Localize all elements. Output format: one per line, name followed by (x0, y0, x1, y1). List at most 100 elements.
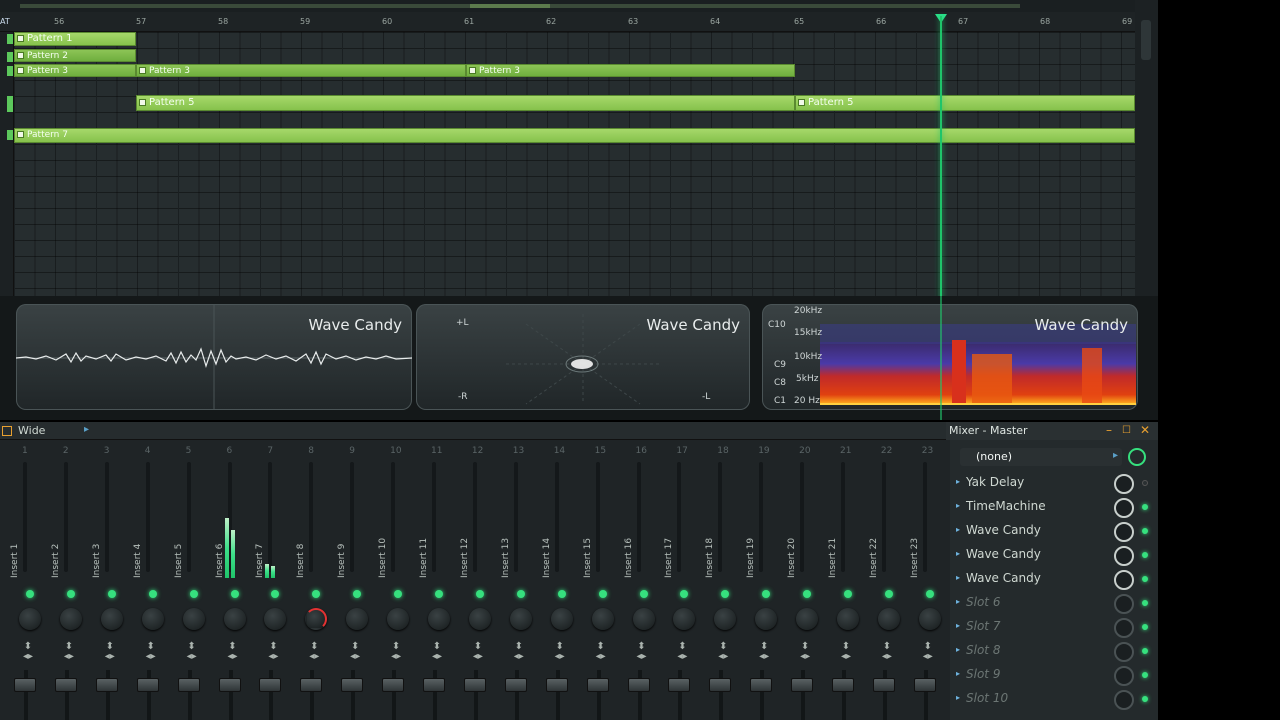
volume-fader[interactable] (750, 678, 773, 692)
mixer-insert-strip[interactable]: Insert 12 ⬍ ◂▸ (456, 458, 494, 720)
pattern-clip[interactable]: Pattern 7 (14, 128, 1135, 143)
pattern-clip[interactable]: Pattern 3 (136, 64, 466, 77)
volume-fader[interactable] (95, 678, 118, 692)
stereo-separation-icon[interactable]: ⬍ ◂▸ (636, 642, 648, 662)
pan-knob[interactable] (346, 608, 369, 630)
insert-enable-led[interactable] (803, 590, 812, 598)
mixer-insert-strip[interactable]: Insert 21 ⬍ ◂▸ (824, 458, 862, 720)
mixer-insert-strip[interactable]: Insert 23 ⬍ ◂▸ (906, 458, 944, 720)
pan-knob[interactable] (755, 608, 778, 630)
mix-level-knob[interactable] (1114, 474, 1134, 494)
insert-enable-led[interactable] (107, 590, 116, 598)
insert-enable-led[interactable] (844, 590, 852, 598)
stereo-separation-icon[interactable]: ⬍ ◂▸ (717, 642, 729, 662)
pan-knob[interactable] (182, 608, 205, 630)
insert-enable-led[interactable] (680, 590, 689, 598)
volume-fader[interactable] (668, 678, 691, 692)
stereo-separation-icon[interactable]: ⬍ ◂▸ (758, 642, 770, 662)
volume-fader[interactable] (627, 678, 650, 692)
pan-knob[interactable] (100, 608, 123, 630)
effect-slot[interactable]: ▸ Slot 8 (954, 640, 1154, 664)
pan-knob[interactable] (632, 608, 655, 630)
stereo-separation-icon[interactable]: ⬍ ◂▸ (922, 642, 934, 662)
pan-knob[interactable] (264, 608, 287, 630)
pan-knob[interactable] (591, 608, 614, 630)
mixer-master-titlebar[interactable]: Mixer - Master – ☐ ✕ (946, 422, 1158, 440)
stereo-separation-icon[interactable]: ⬍ ◂▸ (881, 642, 893, 662)
mix-level-knob[interactable] (1114, 522, 1134, 542)
volume-fader[interactable] (14, 678, 36, 692)
pan-knob[interactable] (918, 608, 941, 630)
mixer-insert-strip[interactable]: Insert 15 ⬍ ◂▸ (579, 458, 617, 720)
pattern-clip[interactable]: Pattern 1 (14, 32, 136, 46)
mix-level-knob[interactable] (1114, 642, 1134, 662)
pan-knob[interactable] (19, 608, 41, 630)
insert-enable-led[interactable] (475, 590, 484, 598)
stereo-separation-icon[interactable]: ⬍ ◂▸ (472, 642, 484, 662)
insert-enable-led[interactable] (271, 590, 280, 598)
pan-knob[interactable] (59, 608, 82, 630)
pattern-clip[interactable]: Pattern 2 (14, 49, 136, 62)
mixer-insert-strip[interactable]: Insert 2 ⬍ ◂▸ (47, 458, 85, 720)
stereo-separation-icon[interactable]: ⬍ ◂▸ (554, 642, 566, 662)
stereo-separation-icon[interactable]: ⬍ ◂▸ (227, 642, 239, 662)
mixer-insert-strip[interactable]: Insert 4 ⬍ ◂▸ (129, 458, 167, 720)
stereo-separation-icon[interactable]: ⬍ ◂▸ (267, 642, 279, 662)
mix-level-knob[interactable] (1114, 666, 1134, 686)
mixer-insert-strip[interactable]: Insert 9 ⬍ ◂▸ (333, 458, 371, 720)
volume-fader[interactable] (872, 678, 895, 692)
minimize-icon[interactable]: – (1106, 423, 1112, 437)
mixer-insert-strip[interactable]: Insert 3 ⬍ ◂▸ (88, 458, 126, 720)
effect-slot[interactable]: ▸ Slot 9 (954, 664, 1154, 688)
insert-enable-led[interactable] (762, 590, 771, 598)
scrollbar-thumb[interactable] (1141, 20, 1151, 60)
slot-expand-icon[interactable]: ▸ (956, 621, 960, 630)
mixer-insert-strip[interactable]: Insert 11 ⬍ ◂▸ (415, 458, 453, 720)
stereo-separation-icon[interactable]: ⬍ ◂▸ (145, 642, 157, 662)
mixer-insert-strip[interactable]: Insert 6 ⬍ ◂▸ (211, 458, 249, 720)
overview-viewport[interactable] (470, 4, 550, 8)
pan-knob[interactable] (305, 608, 328, 630)
effect-slot[interactable]: ▸ Yak Delay (954, 472, 1154, 496)
mixer-insert-strip[interactable]: Insert 10 ⬍ ◂▸ (374, 458, 412, 720)
playlist-scrollbar[interactable] (1135, 0, 1158, 300)
insert-enable-led[interactable] (148, 590, 157, 598)
volume-fader[interactable] (259, 678, 282, 692)
insert-enable-led[interactable] (26, 590, 34, 598)
slot-enable-led[interactable] (1142, 480, 1148, 486)
insert-enable-led[interactable] (721, 590, 730, 598)
slot-enable-led[interactable] (1142, 552, 1148, 558)
pan-knob[interactable] (223, 608, 246, 630)
insert-enable-led[interactable] (639, 590, 648, 598)
stereo-separation-icon[interactable]: ⬍ ◂▸ (595, 642, 607, 662)
mix-level-knob[interactable] (1114, 546, 1134, 566)
effect-slot[interactable]: ▸ Slot 6 (954, 592, 1154, 616)
slot-expand-icon[interactable]: ▸ (956, 573, 960, 582)
stereo-separation-icon[interactable]: ⬍ ◂▸ (186, 642, 198, 662)
pattern-clip[interactable]: Pattern 5 (136, 95, 795, 111)
mixer-insert-strip[interactable]: Insert 22 ⬍ ◂▸ (865, 458, 903, 720)
mixer-insert-strip[interactable]: Insert 5 ⬍ ◂▸ (170, 458, 208, 720)
pan-knob[interactable] (428, 608, 450, 630)
slot-expand-icon[interactable]: ▸ (956, 693, 960, 702)
slot-enable-led[interactable] (1142, 504, 1148, 510)
volume-fader[interactable] (382, 678, 405, 692)
mixer-insert-strip[interactable]: Insert 20 ⬍ ◂▸ (783, 458, 821, 720)
mix-level-knob[interactable] (1114, 570, 1134, 590)
insert-enable-led[interactable] (353, 590, 362, 598)
volume-fader[interactable] (218, 678, 241, 692)
volume-fader[interactable] (709, 678, 732, 692)
mixer-insert-strip[interactable]: Insert 13 ⬍ ◂▸ (497, 458, 535, 720)
effect-slot[interactable]: ▸ Slot 10 (954, 688, 1154, 712)
slot-enable-led[interactable] (1142, 528, 1148, 534)
volume-fader[interactable] (423, 678, 445, 692)
volume-fader[interactable] (504, 678, 527, 692)
pan-knob[interactable] (673, 608, 696, 630)
wave-candy-oscilloscope[interactable]: Wave Candy (16, 304, 412, 410)
stereo-separation-icon[interactable]: ⬍ ◂▸ (63, 642, 75, 662)
clock-icon[interactable] (1128, 448, 1146, 466)
slot-expand-icon[interactable]: ▸ (956, 597, 960, 606)
volume-fader[interactable] (791, 678, 814, 692)
stereo-separation-icon[interactable]: ⬍ ◂▸ (349, 642, 361, 662)
mix-level-knob[interactable] (1114, 594, 1134, 614)
